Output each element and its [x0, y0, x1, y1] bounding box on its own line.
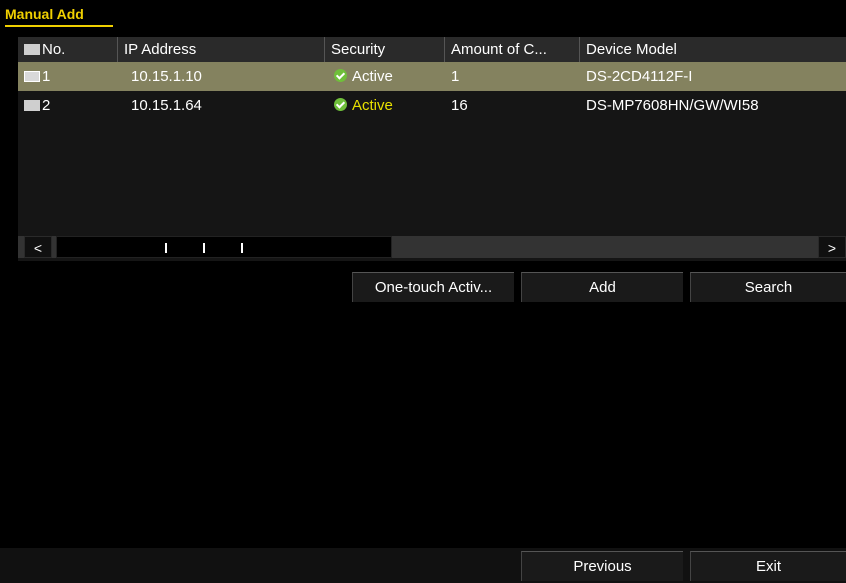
row-amount: 16 — [451, 97, 468, 114]
header-amount[interactable]: Amount of C... — [445, 37, 580, 62]
row-security: Active — [328, 91, 393, 120]
grip-line — [241, 243, 243, 253]
security-status: Active — [352, 97, 393, 114]
grip-line — [165, 243, 167, 253]
row-model: DS-MP7608HN/GW/WI58 — [586, 97, 759, 114]
one-touch-activate-button[interactable]: One-touch Activ... — [352, 272, 514, 302]
tab-underline — [5, 25, 113, 27]
device-table: No. IP Address Security Amount of C... D… — [18, 37, 846, 261]
header-no[interactable]: No. — [18, 37, 118, 62]
add-button[interactable]: Add — [521, 272, 683, 302]
header-security[interactable]: Security — [325, 37, 445, 62]
search-button[interactable]: Search — [690, 272, 846, 302]
header-no-label: No. — [42, 41, 66, 58]
check-icon — [334, 69, 347, 82]
row-no-cell: 2 — [18, 91, 50, 120]
row-no: 1 — [42, 68, 51, 85]
row-model: DS-2CD4112F-I — [586, 68, 693, 85]
row-security: Active — [328, 62, 393, 91]
row-amount: 1 — [451, 68, 460, 85]
row-ip: 10.15.1.64 — [131, 97, 202, 114]
row-checkbox[interactable] — [24, 71, 40, 82]
row-no: 2 — [42, 97, 51, 114]
security-status: Active — [352, 68, 393, 85]
top-bar: Manual Add — [0, 0, 846, 29]
row-checkbox[interactable] — [24, 100, 40, 111]
scroll-right-button[interactable]: > — [818, 236, 846, 258]
select-all-checkbox[interactable] — [24, 44, 40, 55]
table-row[interactable]: 2 10.15.1.64 Active 16 DS-MP7608HN/GW/WI… — [18, 91, 846, 120]
table-header: No. IP Address Security Amount of C... D… — [18, 37, 846, 62]
grip-line — [203, 243, 205, 253]
exit-button[interactable]: Exit — [690, 551, 846, 581]
horizontal-scrollbar[interactable]: < > — [18, 236, 846, 258]
check-icon — [334, 98, 347, 111]
previous-button[interactable]: Previous — [521, 551, 683, 581]
row-no-cell: 1 — [18, 62, 50, 91]
row-ip: 10.15.1.10 — [131, 68, 202, 85]
table-row[interactable]: 1 10.15.1.10 Active 1 DS-2CD4112F-I — [18, 62, 846, 91]
header-device-model[interactable]: Device Model — [580, 37, 846, 62]
header-ip-address[interactable]: IP Address — [118, 37, 325, 62]
scroll-left-button[interactable]: < — [24, 236, 52, 258]
tab-manual-add[interactable]: Manual Add — [5, 6, 84, 22]
scroll-thumb[interactable] — [56, 236, 392, 258]
